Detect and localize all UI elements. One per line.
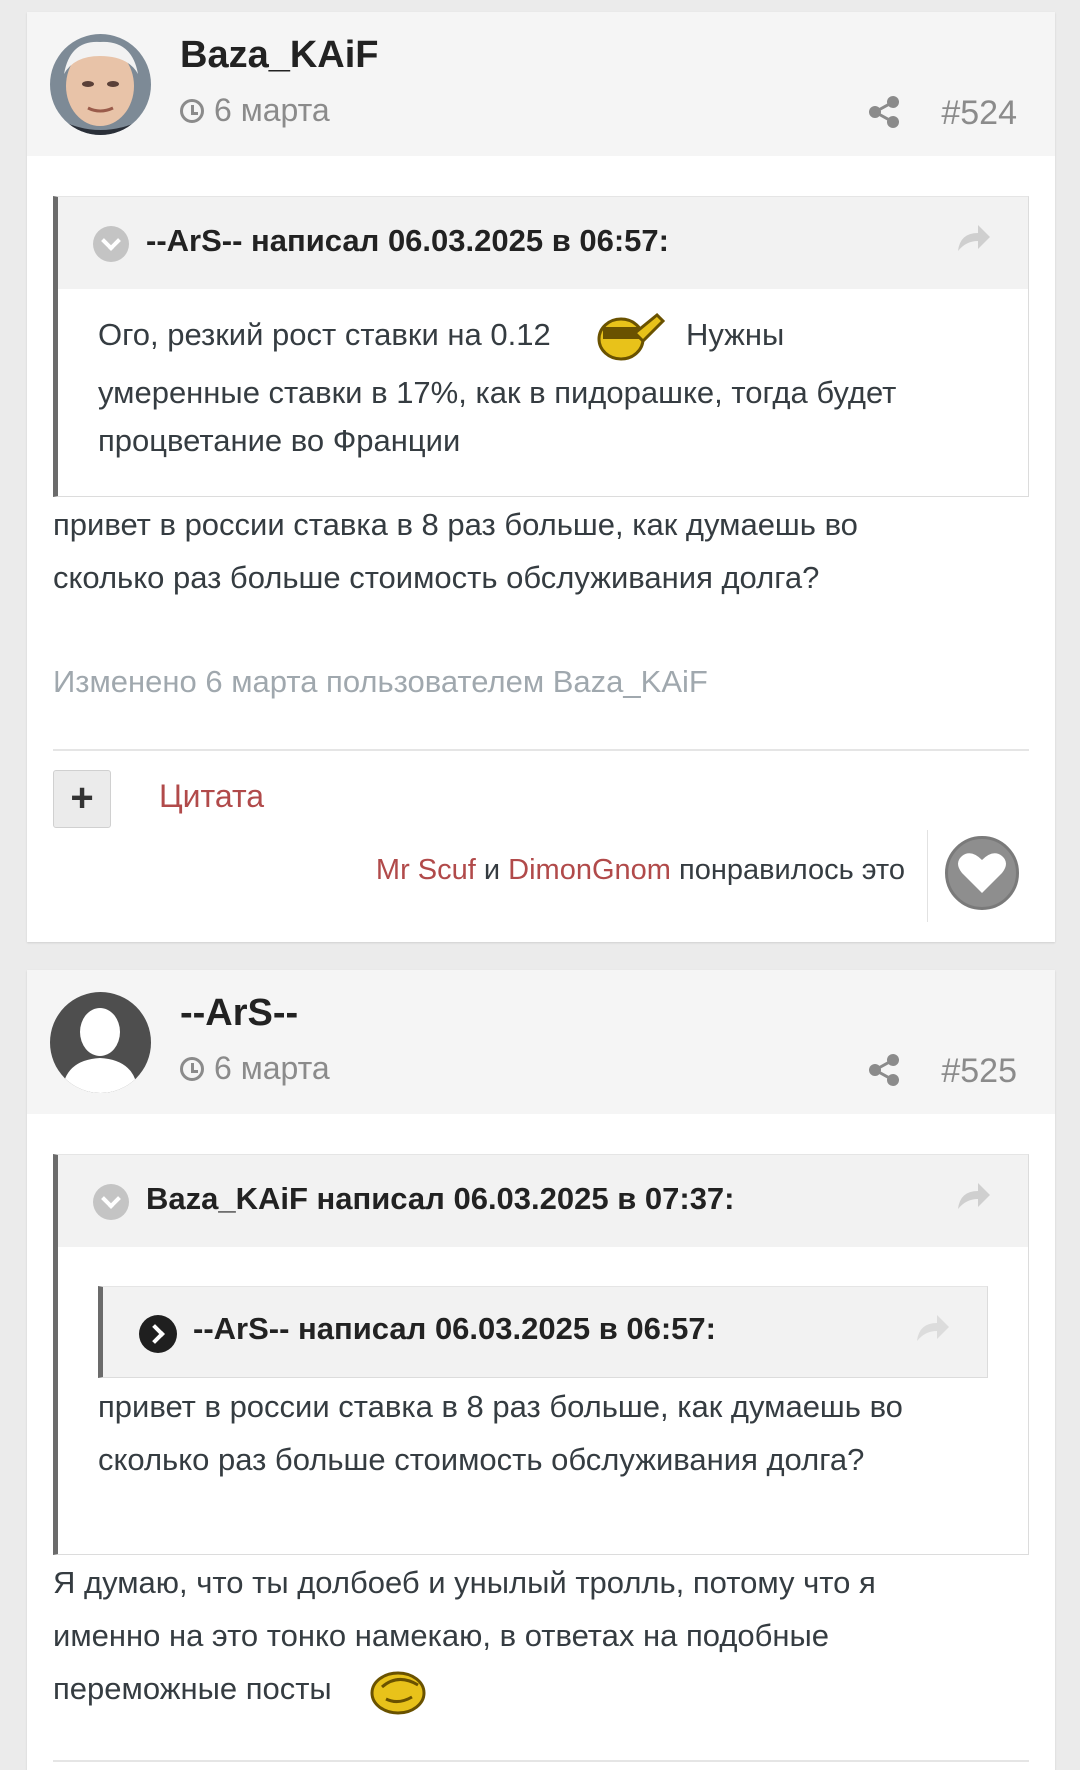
goto-quote-icon[interactable] xyxy=(915,1313,951,1343)
quote-line: Ого, резкий рост ставки на 0.12 xyxy=(98,317,551,352)
quote-block: --ArS-- написал 06.03.2025 в 06:57: Ого,… xyxy=(53,196,1029,497)
edited-note: Изменено 6 марта пользователем Baza_KAiF xyxy=(53,664,708,699)
quote-line: Нужны xyxy=(685,317,785,352)
like-button[interactable] xyxy=(945,836,1019,910)
post-body-line: привет в россии ставка в 8 раз больше, к… xyxy=(53,507,858,542)
post-body-line-with-emoji: переможные посты xyxy=(53,1662,1033,1717)
liker-link[interactable]: Mr Scuf xyxy=(376,854,476,886)
post-date-text: 6 марта xyxy=(214,92,330,128)
post-body: привет в россии ставка в 8 раз больше, к… xyxy=(53,498,1033,604)
nested-quote-header-text: --ArS-- написал 06.03.2025 в 06:57: xyxy=(193,1311,716,1346)
collapse-icon[interactable] xyxy=(93,1184,129,1220)
liker-link[interactable]: DimonGnom xyxy=(508,854,671,886)
facepalm-emoji-icon xyxy=(370,1671,426,1715)
heart-icon xyxy=(958,853,1006,893)
share-icon[interactable] xyxy=(867,1052,903,1088)
reactions-summary: Mr Scuf и DimonGnom понравилось это xyxy=(376,854,905,887)
clock-icon xyxy=(180,1056,204,1081)
post-number[interactable]: #524 xyxy=(941,94,1017,133)
post-header: Baza_KAiF 6 марта #524 xyxy=(27,12,1055,156)
post-body-line: Я думаю, что ты долбоеб и унылый тролль,… xyxy=(53,1565,876,1600)
post-body-line: сколько раз больше стоимость обслуживани… xyxy=(53,560,820,595)
post-body-line: переможные посты xyxy=(53,1671,332,1706)
quote-line: процветание во Франции xyxy=(98,423,461,458)
author-name[interactable]: --ArS-- xyxy=(180,992,298,1035)
author-name[interactable]: Baza_KAiF xyxy=(180,34,379,77)
quote-block: Baza_KAiF написал 06.03.2025 в 07:37: --… xyxy=(53,1154,1029,1555)
post-body-line: именно на это тонко намекаю, в ответах н… xyxy=(53,1618,830,1653)
expand-icon[interactable] xyxy=(139,1315,177,1353)
quote-line: привет в россии ставка в 8 раз больше, к… xyxy=(98,1389,903,1424)
likes-suffix: понравилось это xyxy=(679,854,905,886)
divider xyxy=(53,749,1029,751)
quote-body: Ого, резкий рост ставки на 0.12 Нужны ум… xyxy=(98,307,896,469)
quote-header: Baza_KAiF написал 06.03.2025 в 07:37: xyxy=(58,1155,1028,1247)
quote-button[interactable]: Цитата xyxy=(159,778,264,815)
post-number[interactable]: #525 xyxy=(941,1052,1017,1091)
multiquote-button[interactable]: + xyxy=(53,770,111,828)
avatar[interactable] xyxy=(50,34,151,135)
avatar[interactable] xyxy=(50,992,151,1093)
quote-header: --ArS-- написал 06.03.2025 в 06:57: xyxy=(58,197,1028,289)
share-icon[interactable] xyxy=(867,94,903,130)
forum-post-525: --ArS-- 6 марта #525 Baza_KAiF написал 0… xyxy=(27,970,1055,1770)
smiley-emoji-icon xyxy=(597,312,666,361)
post-body: Я думаю, что ты долбоеб и унылый тролль,… xyxy=(53,1556,1033,1717)
collapse-icon[interactable] xyxy=(93,226,129,262)
post-date[interactable]: 6 марта xyxy=(180,1050,330,1087)
likes-and: и xyxy=(483,854,501,886)
quote-body: привет в россии ставка в 8 раз больше, к… xyxy=(98,1380,903,1486)
quote-header-text: Baza_KAiF написал 06.03.2025 в 07:37: xyxy=(146,1181,735,1216)
quote-line: сколько раз больше стоимость обслуживани… xyxy=(98,1442,865,1477)
goto-quote-icon[interactable] xyxy=(956,223,992,253)
nested-quote-block: --ArS-- написал 06.03.2025 в 06:57: xyxy=(98,1286,988,1378)
post-date[interactable]: 6 марта xyxy=(180,92,330,129)
post-date-text: 6 марта xyxy=(214,1050,330,1086)
goto-quote-icon[interactable] xyxy=(956,1181,992,1211)
clock-icon xyxy=(180,98,204,123)
forum-post-524: Baza_KAiF 6 марта #524 --ArS-- написал 0… xyxy=(27,12,1055,942)
divider xyxy=(927,830,928,922)
post-header: --ArS-- 6 марта #525 xyxy=(27,970,1055,1114)
quote-header-text: --ArS-- написал 06.03.2025 в 06:57: xyxy=(146,223,669,258)
